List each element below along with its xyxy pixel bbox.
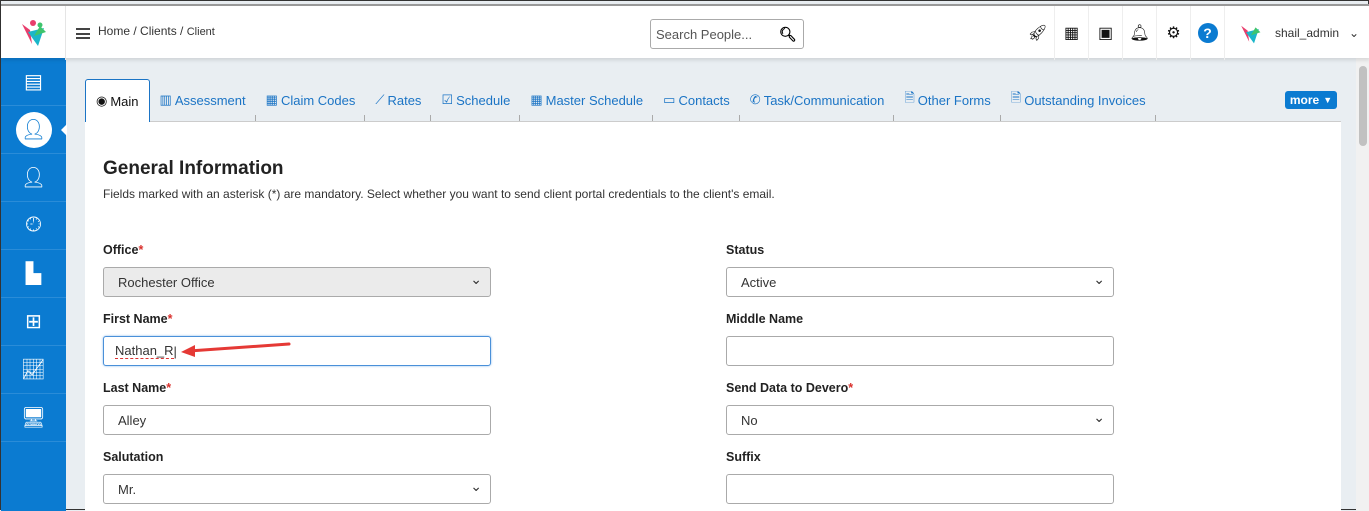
send-data-select[interactable]: No <box>726 405 1114 435</box>
monitor-icon: 🖥︎ <box>20 407 47 429</box>
tab-label: Main <box>110 93 139 109</box>
tab-label: Claim Codes <box>280 92 356 108</box>
tab-contacts[interactable]: ▭ Contacts <box>653 79 740 121</box>
tab-label: Schedule <box>456 92 511 108</box>
chart-bar-icon: ▥ <box>159 92 172 107</box>
breadcrumb-client: Client <box>186 26 215 38</box>
salutation-select[interactable]: Mr. <box>103 474 491 504</box>
calendar-icon: ▦ <box>530 92 543 107</box>
tab-label: Assessment <box>174 92 246 108</box>
more-label: more <box>1289 93 1320 107</box>
more-tabs-button[interactable]: more ▼ <box>1285 91 1337 109</box>
caret-down-icon: ▼ <box>1323 95 1333 105</box>
sidebar-item-monitor[interactable]: 🖥︎ <box>1 394 66 442</box>
tab-schedule[interactable]: ☑ Schedule <box>431 79 521 121</box>
chevron-down-icon: ⌄ <box>1349 26 1360 40</box>
chart-line-icon: 📈︎ <box>20 359 47 381</box>
tab-assessment[interactable]: ▥ Assessment <box>150 79 256 121</box>
menu-toggle-icon[interactable] <box>76 28 90 39</box>
sidebar-item-clients[interactable]: 👤︎ <box>1 106 67 154</box>
salutation-label: Salutation <box>103 450 164 464</box>
tab-claim-codes[interactable]: ▦ Claim Codes <box>256 79 366 121</box>
suffix-label: Suffix <box>726 450 761 464</box>
search-icon[interactable]: 🔍︎ <box>779 26 797 43</box>
sidebar-item-users[interactable]: 👤︎ <box>1 154 66 202</box>
user-circle-icon: ◉ <box>96 93 108 108</box>
tab-label: Task/Communication <box>763 92 885 108</box>
chart-line-icon: ⟋ <box>375 92 385 107</box>
user-icon: 👤︎ <box>20 167 47 189</box>
middle-name-input[interactable] <box>726 336 1114 366</box>
section-title: General Information <box>103 158 284 179</box>
status-select[interactable]: Active <box>726 267 1114 297</box>
send-data-label: Send Data to Devero* <box>726 381 854 395</box>
file-icon: 🗎︎ <box>904 90 915 105</box>
annotation-arrow <box>181 342 291 357</box>
bell-icon[interactable]: 🔔︎ <box>1123 6 1157 60</box>
dashboard-icon: ▤ <box>24 71 43 93</box>
breadcrumb-home[interactable]: Home <box>98 24 130 38</box>
building-icon: ▦ <box>265 92 278 107</box>
client-tabs: ◉ Main ▥ Assessment ▦ Claim Codes ⟋ Rates ☑ S… <box>85 79 1341 122</box>
tab-label: Rates <box>387 92 422 108</box>
sidebar-item-billing[interactable]: ▙ <box>1 250 66 298</box>
clock-icon: 🕘︎ <box>25 214 42 236</box>
office-select[interactable]: Rochester Office <box>103 267 491 297</box>
id-card-icon: ▭ <box>663 92 676 107</box>
status-label: Status <box>726 243 765 257</box>
username: shail_admin <box>1275 26 1340 40</box>
top-header: Home / Clients / Client 🔍︎ 🚀︎ ▦ ▣ 🔔︎ ⚙ ?… <box>1 4 1369 60</box>
main-panel <box>85 122 1341 511</box>
help-icon[interactable]: ? <box>1191 6 1225 60</box>
rocket-icon[interactable]: 🚀︎ <box>1021 6 1055 60</box>
tab-master-schedule[interactable]: ▦ Master Schedule <box>520 79 654 121</box>
tab-main[interactable]: ◉ Main <box>85 79 150 122</box>
scrollbar[interactable] <box>1356 58 1369 511</box>
tab-other-forms[interactable]: 🗎︎ Other Forms <box>894 79 1002 121</box>
sidebar-item-reports[interactable]: ⊞ <box>1 298 66 346</box>
breadcrumb: Home / Clients / Client <box>98 24 215 38</box>
calendar-icon[interactable]: ▦ <box>1055 6 1089 60</box>
presentation-icon: ⊞ <box>25 311 42 333</box>
suffix-input[interactable] <box>726 474 1114 504</box>
sidebar-item-analytics[interactable]: 📈︎ <box>1 346 66 394</box>
phone-icon: ✆ <box>749 92 761 107</box>
tab-rates[interactable]: ⟋ Rates <box>365 79 432 121</box>
breadcrumb-clients[interactable]: Clients <box>140 24 177 38</box>
office-label: Office* <box>103 243 144 257</box>
cash-register-icon: ▙ <box>25 263 42 285</box>
gear-icon[interactable]: ⚙ <box>1157 6 1191 60</box>
last-name-input[interactable]: Alley <box>103 405 491 435</box>
tab-outstanding-invoices[interactable]: 🗎︎ Outstanding Invoices <box>1001 79 1156 121</box>
section-subtitle: Fields marked with an asterisk (*) are m… <box>103 187 775 201</box>
last-name-label: Last Name* <box>103 381 172 395</box>
file-icon: 🗎︎ <box>1010 90 1022 105</box>
search-input[interactable] <box>656 26 771 42</box>
user-menu[interactable]: shail_admin ⌄ <box>1235 18 1359 48</box>
first-name-label: First Name* <box>103 312 173 326</box>
avatar <box>1235 18 1265 48</box>
sidebar-item-dashboard[interactable]: ▤ <box>1 58 66 106</box>
sidebar-item-time[interactable]: 🕘︎ <box>1 202 66 250</box>
tab-label: Other Forms <box>917 92 991 108</box>
app-logo[interactable] <box>1 6 66 60</box>
middle-name-label: Middle Name <box>726 312 804 326</box>
sidebar: ▤ 👤︎ 👤︎ 🕘︎ ▙ ⊞ 📈︎ 🖥︎ <box>1 58 67 511</box>
search-box: 🔍︎ <box>650 19 804 49</box>
address-book-icon[interactable]: ▣ <box>1089 6 1123 60</box>
tab-label: Outstanding Invoices <box>1024 92 1146 108</box>
calendar-check-icon: ☑ <box>441 92 454 107</box>
tab-task-communication[interactable]: ✆ Task/Communication <box>740 79 895 121</box>
client-icon: 👤︎ <box>15 111 52 148</box>
tab-label: Master Schedule <box>545 92 644 108</box>
tab-label: Contacts <box>678 92 730 108</box>
scrollbar-thumb[interactable] <box>1359 66 1367 146</box>
